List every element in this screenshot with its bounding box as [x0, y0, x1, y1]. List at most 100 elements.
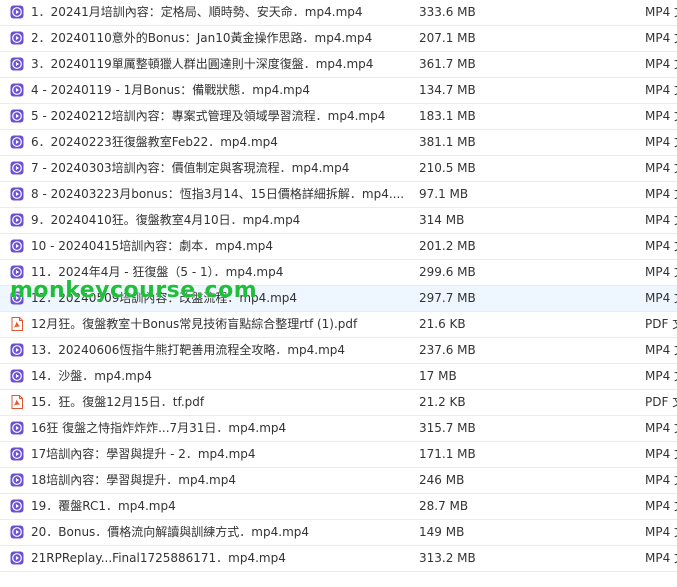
file-size: 297.7 MB	[419, 291, 476, 305]
video-file-icon	[10, 5, 24, 19]
video-file-icon	[10, 499, 24, 513]
file-row[interactable]: 14．沙盤．mp4.mp4 17 MB MP4 文	[0, 364, 677, 390]
file-size: 201.2 MB	[419, 239, 476, 253]
file-size: 361.7 MB	[419, 57, 476, 71]
file-name: 10 - 20240415培訓內容：劇本．mp4.mp4	[31, 239, 274, 253]
file-type: PDF 文	[645, 395, 677, 409]
file-size: 171.1 MB	[419, 447, 476, 461]
file-name: 21RPReplay...Final1725886171．mp4.mp4	[31, 551, 286, 565]
file-type: MP4 文	[645, 499, 677, 513]
file-type: MP4 文	[645, 343, 677, 357]
file-row[interactable]: 1．20241月培訓內容：定格局、順時勢、安天命．mp4.mp4 333.6 MB…	[0, 0, 677, 26]
file-row[interactable]: 3．20240119單厲整頓獵人群出圓達則十深度復盤．mp4.mp4 361.7 …	[0, 52, 677, 78]
file-row[interactable]: 10 - 20240415培訓內容：劇本．mp4.mp4 201.2 MB MP4 …	[0, 234, 677, 260]
file-type: MP4 文	[645, 291, 677, 305]
file-name: 20．Bonus．價格流向解讀與訓練方式．mp4.mp4	[31, 525, 310, 539]
file-type: MP4 文	[645, 551, 677, 565]
file-size: 333.6 MB	[419, 5, 476, 19]
file-name: 14．沙盤．mp4.mp4	[31, 369, 152, 383]
video-file-icon	[10, 265, 24, 279]
file-size: 315.7 MB	[419, 421, 476, 435]
file-row[interactable]: 21RPReplay...Final1725886171．mp4.mp4 313.…	[0, 546, 677, 572]
file-type: MP4 文	[645, 421, 677, 435]
file-list: 1．20241月培訓內容：定格局、順時勢、安天命．mp4.mp4 333.6 MB…	[0, 0, 677, 572]
video-file-icon	[10, 161, 24, 175]
file-name: 19．覆盤RC1．mp4.mp4	[31, 499, 176, 513]
video-file-icon	[10, 369, 24, 383]
file-type: MP4 文	[645, 31, 677, 45]
file-type: MP4 文	[645, 447, 677, 461]
file-type: MP4 文	[645, 213, 677, 227]
file-row[interactable]: 4 - 20240119 - 1月Bonus：備戰狀態．mp4.mp4 134.7…	[0, 78, 677, 104]
pdf-file-icon	[10, 317, 24, 331]
file-name: 15．狂。復盤12月15日．tf.pdf	[31, 395, 205, 409]
file-row[interactable]: 9．20240410狂。復盤教室4月10日．mp4.mp4 314 MB MP4 文	[0, 208, 677, 234]
file-name: 5 - 20240212培訓內容：專案式管理及領域學習流程．mp4.mp4	[31, 109, 386, 123]
file-row[interactable]: 16狂 復盤之恃指炸炸炸...7月31日．mp4.mp4 315.7 MB MP4 …	[0, 416, 677, 442]
file-row[interactable]: 17培訓內容：學習與提升 - 2．mp4.mp4 171.1 MB MP4 文	[0, 442, 677, 468]
file-size: 183.1 MB	[419, 109, 476, 123]
video-file-icon	[10, 213, 24, 227]
file-size: 28.7 MB	[419, 499, 469, 513]
file-type: MP4 文	[645, 473, 677, 487]
file-size: 207.1 MB	[419, 31, 476, 45]
file-name: 17培訓內容：學習與提升 - 2．mp4.mp4	[31, 447, 256, 461]
file-row[interactable]: 5 - 20240212培訓內容：專案式管理及領域學習流程．mp4.mp4 183…	[0, 104, 677, 130]
video-file-icon	[10, 447, 24, 461]
file-name: 4 - 20240119 - 1月Bonus：備戰狀態．mp4.mp4	[31, 83, 311, 97]
file-row[interactable]: 8 - 202403223月bonus：恆指3月14、15日價格詳細拆解．mp4…	[0, 182, 677, 208]
file-size: 97.1 MB	[419, 187, 469, 201]
file-type: MP4 文	[645, 187, 677, 201]
file-row[interactable]: 2．20240110意外的Bonus：Jan10黃金操作思路．mp4.mp4 20…	[0, 26, 677, 52]
file-name: 12．20240509培訓內容：改盤流程．mp4.mp4	[31, 291, 298, 305]
file-type: MP4 文	[645, 5, 677, 19]
video-file-icon	[10, 135, 24, 149]
file-row[interactable]: 12．20240509培訓內容：改盤流程．mp4.mp4 297.7 MB MP4 …	[0, 286, 677, 312]
file-type: MP4 文	[645, 525, 677, 539]
file-name: 13．20240606恆指牛熊打靶善用流程全攻略．mp4.mp4	[31, 343, 346, 357]
file-type: MP4 文	[645, 265, 677, 279]
file-name: 1．20241月培訓內容：定格局、順時勢、安天命．mp4.mp4	[31, 5, 363, 19]
file-row[interactable]: 13．20240606恆指牛熊打靶善用流程全攻略．mp4.mp4 237.6 MB…	[0, 338, 677, 364]
file-size: 237.6 MB	[419, 343, 476, 357]
file-size: 21.2 KB	[419, 395, 466, 409]
file-name: 9．20240410狂。復盤教室4月10日．mp4.mp4	[31, 213, 301, 227]
file-name: 11．2024年4月 - 狂復盤（5 - 1）．mp4.mp4	[31, 265, 284, 279]
file-row[interactable]: 15．狂。復盤12月15日．tf.pdf 21.2 KB PDF 文	[0, 390, 677, 416]
file-size: 381.1 MB	[419, 135, 476, 149]
file-name: 7 - 20240303培訓內容：價值制定與客現流程．mp4.mp4	[31, 161, 350, 175]
file-row[interactable]: 20．Bonus．價格流向解讀與訓練方式．mp4.mp4 149 MB MP4 文	[0, 520, 677, 546]
file-name: 3．20240119單厲整頓獵人群出圓達則十深度復盤．mp4.mp4	[31, 57, 374, 71]
file-row[interactable]: 18培訓內容：學習與提升．mp4.mp4 246 MB MP4 文	[0, 468, 677, 494]
file-type: PDF 文	[645, 317, 677, 331]
file-size: 299.6 MB	[419, 265, 476, 279]
file-row[interactable]: 7 - 20240303培訓內容：價值制定與客現流程．mp4.mp4 210.5 …	[0, 156, 677, 182]
file-row[interactable]: 11．2024年4月 - 狂復盤（5 - 1）．mp4.mp4 299.6 MB M…	[0, 260, 677, 286]
file-type: MP4 文	[645, 239, 677, 253]
video-file-icon	[10, 57, 24, 71]
video-file-icon	[10, 525, 24, 539]
file-size: 246 MB	[419, 473, 465, 487]
file-row[interactable]: 19．覆盤RC1．mp4.mp4 28.7 MB MP4 文	[0, 494, 677, 520]
video-file-icon	[10, 343, 24, 357]
file-name: 18培訓內容：學習與提升．mp4.mp4	[31, 473, 236, 487]
video-file-icon	[10, 83, 24, 97]
file-type: MP4 文	[645, 83, 677, 97]
video-file-icon	[10, 473, 24, 487]
file-size: 149 MB	[419, 525, 465, 539]
file-name: 8 - 202403223月bonus：恆指3月14、15日價格詳細拆解．mp4…	[31, 187, 405, 201]
file-size: 17 MB	[419, 369, 457, 383]
file-row[interactable]: 12月狂。復盤教室十Bonus常見技術盲點綜合整理rtf (1).pdf 21.6…	[0, 312, 677, 338]
video-file-icon	[10, 291, 24, 305]
file-size: 21.6 KB	[419, 317, 466, 331]
file-row[interactable]: 6．20240223狂復盤教室Feb22．mp4.mp4 381.1 MB MP4 …	[0, 130, 677, 156]
file-name: 12月狂。復盤教室十Bonus常見技術盲點綜合整理rtf (1).pdf	[31, 317, 358, 331]
video-file-icon	[10, 31, 24, 45]
video-file-icon	[10, 109, 24, 123]
video-file-icon	[10, 551, 24, 565]
file-type: MP4 文	[645, 135, 677, 149]
file-type: MP4 文	[645, 57, 677, 71]
video-file-icon	[10, 187, 24, 201]
file-size: 313.2 MB	[419, 551, 476, 565]
pdf-file-icon	[10, 395, 24, 409]
